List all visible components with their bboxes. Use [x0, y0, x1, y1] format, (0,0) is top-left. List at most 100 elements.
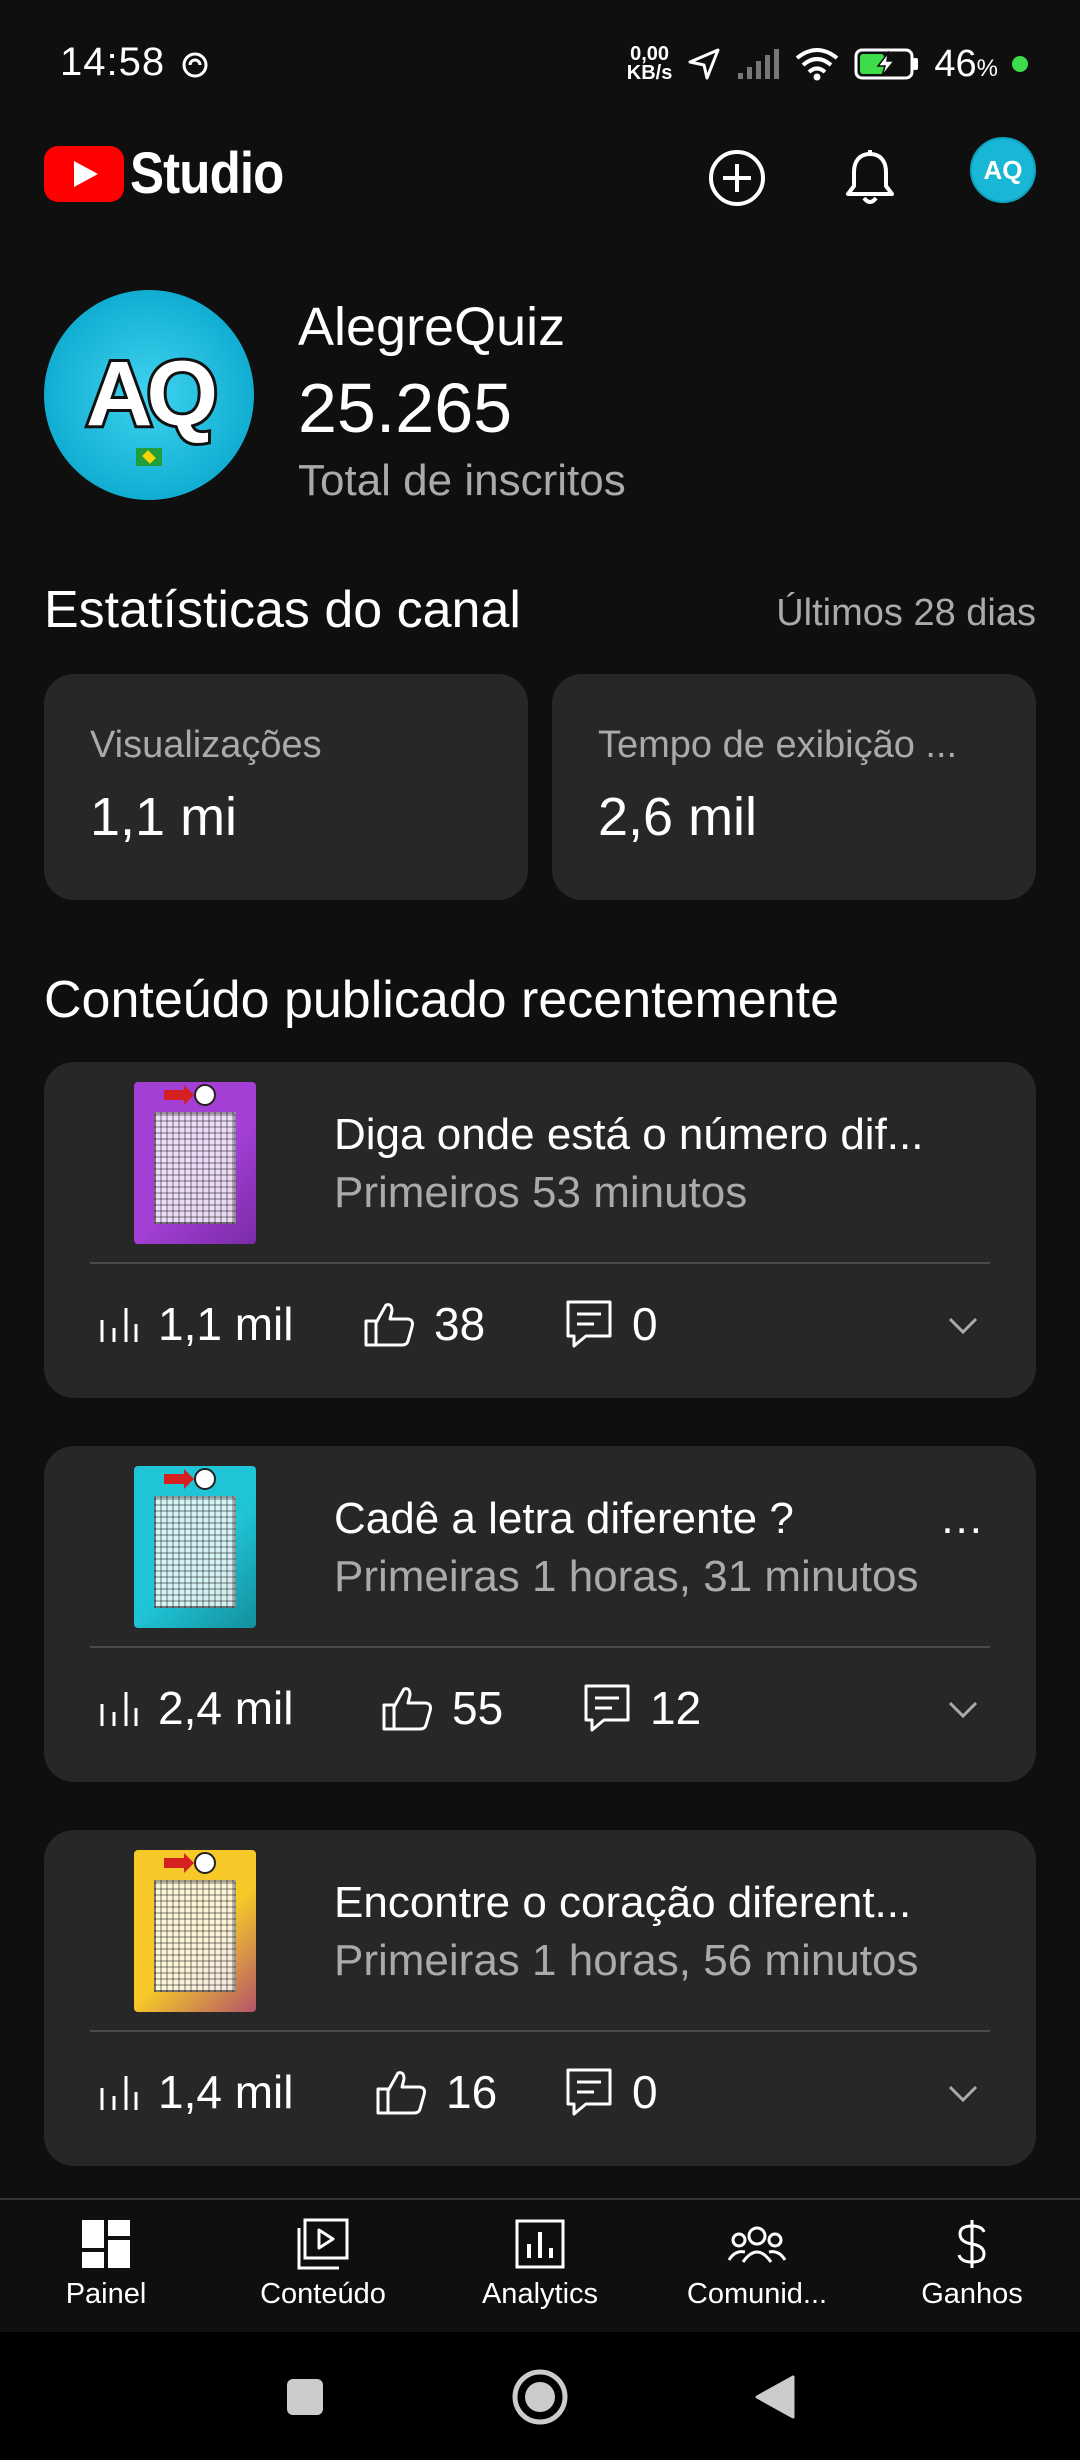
notification-app-icon — [182, 52, 208, 78]
thumbs-up-icon — [364, 1303, 414, 1347]
chevron-down-icon[interactable] — [948, 1310, 978, 1340]
bar-chart-icon — [100, 1692, 138, 1726]
studio-brand: Studio — [130, 141, 284, 206]
views-count: 1,4 mil — [158, 2066, 294, 2118]
stat-value: 2,6 mil — [598, 787, 758, 847]
content-icon — [297, 2218, 349, 2270]
video-period: Primeiros 53 minutos — [334, 1168, 748, 1217]
thumbs-up-icon — [376, 2071, 426, 2115]
home-circle-icon — [512, 2369, 568, 2425]
stat-value: 1,1 mi — [90, 787, 238, 847]
analytics-icon — [515, 2219, 565, 2269]
thumb-badge — [194, 1852, 216, 1874]
back-triangle-icon — [755, 2375, 795, 2419]
add-circle-icon — [709, 150, 765, 206]
comment-icon — [566, 2068, 612, 2116]
brazil-flag-icon — [136, 448, 162, 466]
notifications-button[interactable] — [830, 138, 910, 218]
subscriber-count: 25.265 — [298, 369, 513, 447]
likes-count: 38 — [434, 1298, 486, 1350]
views-metric: 1,1 mil — [96, 1294, 293, 1354]
video-thumbnail[interactable] — [134, 1082, 256, 1244]
net-speed-unit: KB/s — [626, 62, 673, 84]
chevron-down-icon[interactable] — [948, 2078, 978, 2108]
location-arrow-icon — [688, 48, 720, 80]
dashboard-icon — [82, 2220, 130, 2268]
video-thumbnail[interactable] — [134, 1466, 256, 1628]
views-metric: 2,4 mil — [96, 1678, 293, 1738]
content-card[interactable]: Encontre o coração diferent... Primeiras… — [44, 1830, 1036, 2166]
card-divider — [90, 1262, 990, 1264]
nav-item-community[interactable]: Comunid... — [657, 2218, 857, 2311]
thumb-arrow — [164, 1469, 194, 1489]
content-card[interactable]: Diga onde está o número dif... Primeiros… — [44, 1062, 1036, 1398]
likes-count: 55 — [452, 1682, 504, 1734]
views-count: 1,1 mil — [158, 1298, 294, 1350]
bar-chart-icon — [100, 2076, 138, 2110]
video-period: Primeiras 1 horas, 56 minutos — [334, 1936, 919, 1985]
channel-avatar-initials: AQ — [83, 340, 221, 448]
signal-icon — [738, 49, 780, 79]
comment-icon — [584, 1684, 630, 1732]
status-right: 0,00 KB/s 46% — [627, 38, 1028, 90]
stat-card-views[interactable]: Visualizações 1,1 mi — [44, 674, 528, 900]
thumb-arrow — [164, 1853, 194, 1873]
views-count: 2,4 mil — [158, 1682, 294, 1734]
home-button[interactable] — [505, 2362, 575, 2432]
bell-icon — [846, 150, 894, 204]
nav-item-earnings[interactable]: Ganhos — [872, 2218, 1072, 2311]
channel-name: AlegreQuiz — [298, 297, 566, 357]
stats-title: Estatísticas do canal — [44, 581, 521, 639]
video-title: Encontre o coração diferent... — [334, 1878, 912, 1927]
net-speed: 0,00 KB/s — [626, 44, 673, 84]
battery-text: 46% — [934, 42, 998, 85]
create-button[interactable] — [697, 138, 777, 218]
battery-charging-icon — [854, 48, 919, 80]
card-divider — [90, 1646, 990, 1648]
youtube-logo-icon[interactable] — [44, 146, 124, 202]
video-title: Cadê a letra diferente ? — [334, 1494, 794, 1543]
community-icon — [727, 2226, 787, 2263]
comments-count: 0 — [632, 2066, 658, 2118]
video-thumbnail[interactable] — [134, 1850, 256, 2012]
thumb-badge — [194, 1468, 216, 1490]
thumb-grid — [154, 1112, 236, 1224]
content-card[interactable]: Cadê a letra diferente ? ... Primeiras 1… — [44, 1446, 1036, 1782]
video-title: Diga onde está o número dif... — [334, 1110, 924, 1159]
nav-item-content[interactable]: Conteúdo — [223, 2218, 423, 2311]
recents-button[interactable] — [270, 2362, 340, 2432]
comment-icon — [566, 1300, 612, 1348]
comments-metric: 0 — [564, 1294, 658, 1354]
card-divider — [90, 2030, 990, 2032]
nav-item-analytics[interactable]: Analytics — [440, 2218, 640, 2311]
nav-label: Conteúdo — [260, 2278, 386, 2310]
likes-metric: 38 — [362, 1294, 485, 1354]
thumb-grid — [154, 1880, 236, 1992]
bar-chart-icon — [100, 1308, 138, 1342]
likes-metric: 55 — [380, 1678, 503, 1738]
nav-label: Ganhos — [921, 2278, 1023, 2310]
status-bar: 14:58 0,00 KB/s 46% — [0, 0, 1080, 130]
square-icon — [287, 2379, 323, 2415]
comments-count: 0 — [632, 1298, 658, 1350]
thumbs-up-icon — [382, 1687, 432, 1731]
recent-content-title: Conteúdo publicado recentemente — [44, 971, 840, 1029]
nav-label: Painel — [65, 2278, 147, 2310]
account-avatar[interactable]: AQ — [970, 137, 1036, 203]
bottom-nav: Painel Conteúdo Analytics Comunid... Gan… — [0, 2198, 1080, 2332]
nav-label: Analytics — [481, 2278, 599, 2310]
back-button[interactable] — [740, 2362, 810, 2432]
privacy-dot — [1012, 56, 1028, 72]
comments-count: 12 — [650, 1682, 702, 1734]
stat-label: Visualizações — [90, 724, 322, 766]
chevron-down-icon[interactable] — [948, 1694, 978, 1724]
stat-card-watch-time[interactable]: Tempo de exibição ... 2,6 mil — [552, 674, 1036, 900]
video-period: Primeiras 1 horas, 31 minutos — [334, 1552, 919, 1601]
nav-item-dashboard[interactable]: Painel — [6, 2218, 206, 2311]
thumb-badge — [194, 1084, 216, 1106]
stats-period[interactable]: Últimos 28 dias — [776, 592, 1036, 635]
title-overflow: ... — [941, 1494, 984, 1543]
comments-metric: 12 — [582, 1678, 701, 1738]
nav-label: Comunid... — [686, 2278, 828, 2310]
channel-avatar[interactable]: AQ — [44, 290, 254, 500]
